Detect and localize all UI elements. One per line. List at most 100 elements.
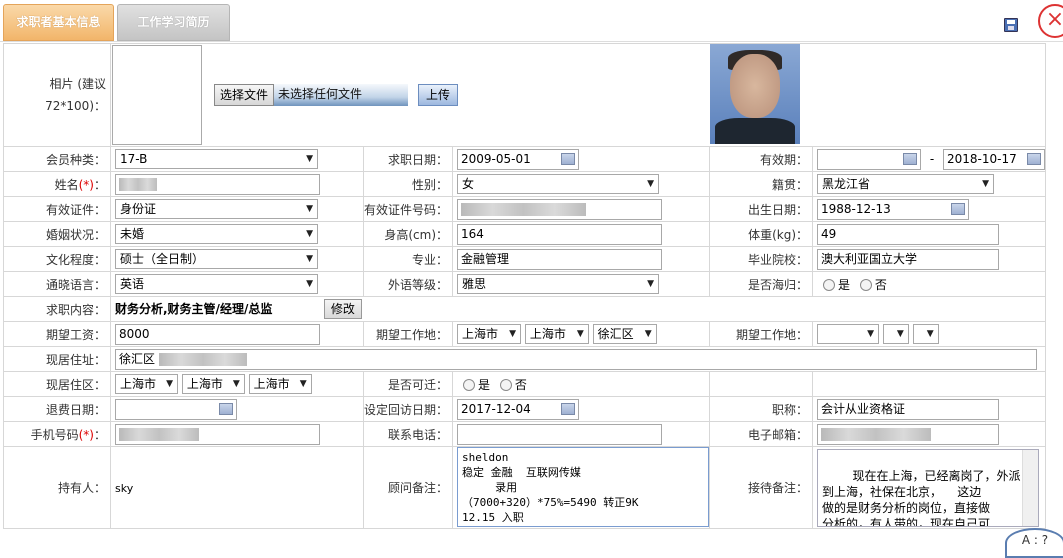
language-select[interactable]: 英语 [115,274,318,294]
relocatable-no-label: 否 [514,377,527,392]
returnee-yes-radio[interactable] [823,279,836,291]
school-label: 毕业院校： [709,246,814,272]
edit-job-content-button[interactable]: 修改 [323,299,362,319]
reception-note-scrollbar[interactable] [1022,450,1039,526]
mobile-input[interactable] [115,423,320,445]
file-status: 未选择任何文件 [274,84,409,106]
address-label: 现居住址： [3,346,111,372]
expected-location-label: 期望工作地： [362,321,454,347]
expected-city-2-select[interactable] [882,324,909,344]
close-icon[interactable]: × [1038,4,1063,38]
marital-select[interactable]: 未婚 [115,224,318,244]
education-label: 文化程度： [3,246,111,272]
returnee-label: 是否海归： [709,271,814,297]
returnee-no-label: 否 [874,277,887,292]
job-content-label: 求职内容： [3,296,111,322]
callback-date-label: 设定回访日期： [362,396,454,422]
gender-label: 性别： [362,171,454,197]
residence-area-label: 现居住区： [3,371,111,397]
weight-input[interactable]: 49 [817,223,1000,245]
phone-label: 联系电话： [362,421,454,447]
expected-district-select[interactable]: 徐汇区 [592,324,657,344]
name-input[interactable] [115,173,320,195]
reception-note-textarea[interactable]: 现在在上海，已经离岗了，外派 到上海，社保在北京， 这边 做的是财务分析的岗位，… [817,449,1040,527]
save-icon[interactable] [1004,18,1018,32]
id-number-input[interactable] [457,198,663,220]
photo-preview-box [112,45,202,145]
photo-label: 相片 (建议72*100)： [3,43,111,147]
gender-select[interactable]: 女 [457,174,660,194]
relocatable-yes-radio[interactable] [463,379,476,391]
id-type-label: 有效证件： [3,196,111,222]
reception-note-label: 接待备注： [709,446,814,529]
major-input[interactable]: 金融管理 [457,248,663,270]
weight-label: 体重(kg)： [709,221,814,247]
email-input[interactable] [817,423,1000,445]
education-select[interactable]: 硕士（全日制） [115,249,318,269]
calendar-icon[interactable] [903,152,918,165]
expected-city-select[interactable]: 上海市 [524,324,589,344]
consultant-note-label: 顾问备注： [362,446,454,529]
title-input[interactable]: 会计从业资格证 [817,398,1000,420]
mobile-label: 手机号码(*)： [3,421,111,447]
consultant-note-textarea[interactable]: sheldon 稳定 金融 互联网传媒 录用 （7000+320）*75%=54… [457,447,709,527]
language-label: 通晓语言： [3,271,111,297]
candidate-photo [709,44,800,144]
expected-salary-label: 期望工资： [3,321,111,347]
birth-date-label: 出生日期： [709,196,814,222]
callback-date-input[interactable]: 2017-12-04 [457,398,580,420]
id-type-select[interactable]: 身份证 [115,199,318,219]
language-level-select[interactable]: 雅思 [457,274,660,294]
calendar-icon[interactable] [219,402,233,415]
valid-to-input[interactable]: 2018-10-17 [943,148,1045,170]
relocatable-label: 是否可迁： [362,371,454,397]
choose-file-button[interactable]: 选择文件 [214,84,275,106]
birth-date-input[interactable]: 1988-12-13 [817,198,970,220]
valid-from-input[interactable] [817,148,922,170]
residence-city-select[interactable]: 上海市 [181,374,245,394]
expected-province-select[interactable]: 上海市 [457,324,522,344]
apply-date-label: 求职日期： [362,146,454,172]
name-label: 姓名(*)： [3,171,111,197]
tab-work-study-resume[interactable]: 工作学习简历 [117,4,230,41]
residence-district-select[interactable]: 上海市 [248,374,312,394]
tab-bar: 求职者基本信息 工作学习简历 × [0,0,1063,42]
id-number-label: 有效证件号码： [362,196,454,222]
member-type-label: 会员种类： [3,146,111,172]
height-input[interactable]: 164 [457,223,663,245]
refund-date-label: 退费日期： [3,396,111,422]
expected-location-2-label: 期望工作地： [709,321,814,347]
height-label: 身高(cm)： [362,221,454,247]
calendar-icon[interactable] [561,152,576,165]
job-content-value: 财务分析,财务主管/经理/总监 [115,301,273,316]
valid-period-dash: - [929,151,935,166]
owner-label: 持有人： [3,446,111,529]
tab-basic-info[interactable]: 求职者基本信息 [3,4,114,41]
upload-button[interactable]: 上传 [418,84,459,106]
phone-input[interactable] [457,423,663,445]
expected-district-2-select[interactable] [912,324,939,344]
address-input[interactable]: 徐汇区 [115,348,1037,370]
native-place-select[interactable]: 黑龙江省 [817,174,995,194]
email-label: 电子邮箱： [709,421,814,447]
language-level-label: 外语等级： [362,271,454,297]
apply-date-input[interactable]: 2009-05-01 [457,148,580,170]
residence-province-select[interactable]: 上海市 [115,374,178,394]
candidate-form: 相片 (建议72*100)： 选择文件 未选择任何文件 上传 会员种类： 17-… [3,43,1047,529]
major-label: 专业： [362,246,454,272]
member-type-select[interactable]: 17-B [115,149,318,169]
expected-province-2-select[interactable] [817,324,880,344]
returnee-yes-label: 是 [838,277,851,292]
school-input[interactable]: 澳大利亚国立大学 [817,248,1000,270]
relocatable-no-radio[interactable] [499,379,512,391]
calendar-icon[interactable] [951,202,966,215]
corner-help-widget[interactable]: A : ? [1005,528,1063,558]
relocatable-yes-label: 是 [478,377,491,392]
native-place-label: 籍贯： [709,171,814,197]
owner-value: sky [115,481,134,495]
expected-salary-input[interactable]: 8000 [115,323,320,345]
calendar-icon[interactable] [1027,152,1042,165]
calendar-icon[interactable] [561,402,576,415]
returnee-no-radio[interactable] [859,279,872,291]
refund-date-input[interactable] [115,398,237,420]
